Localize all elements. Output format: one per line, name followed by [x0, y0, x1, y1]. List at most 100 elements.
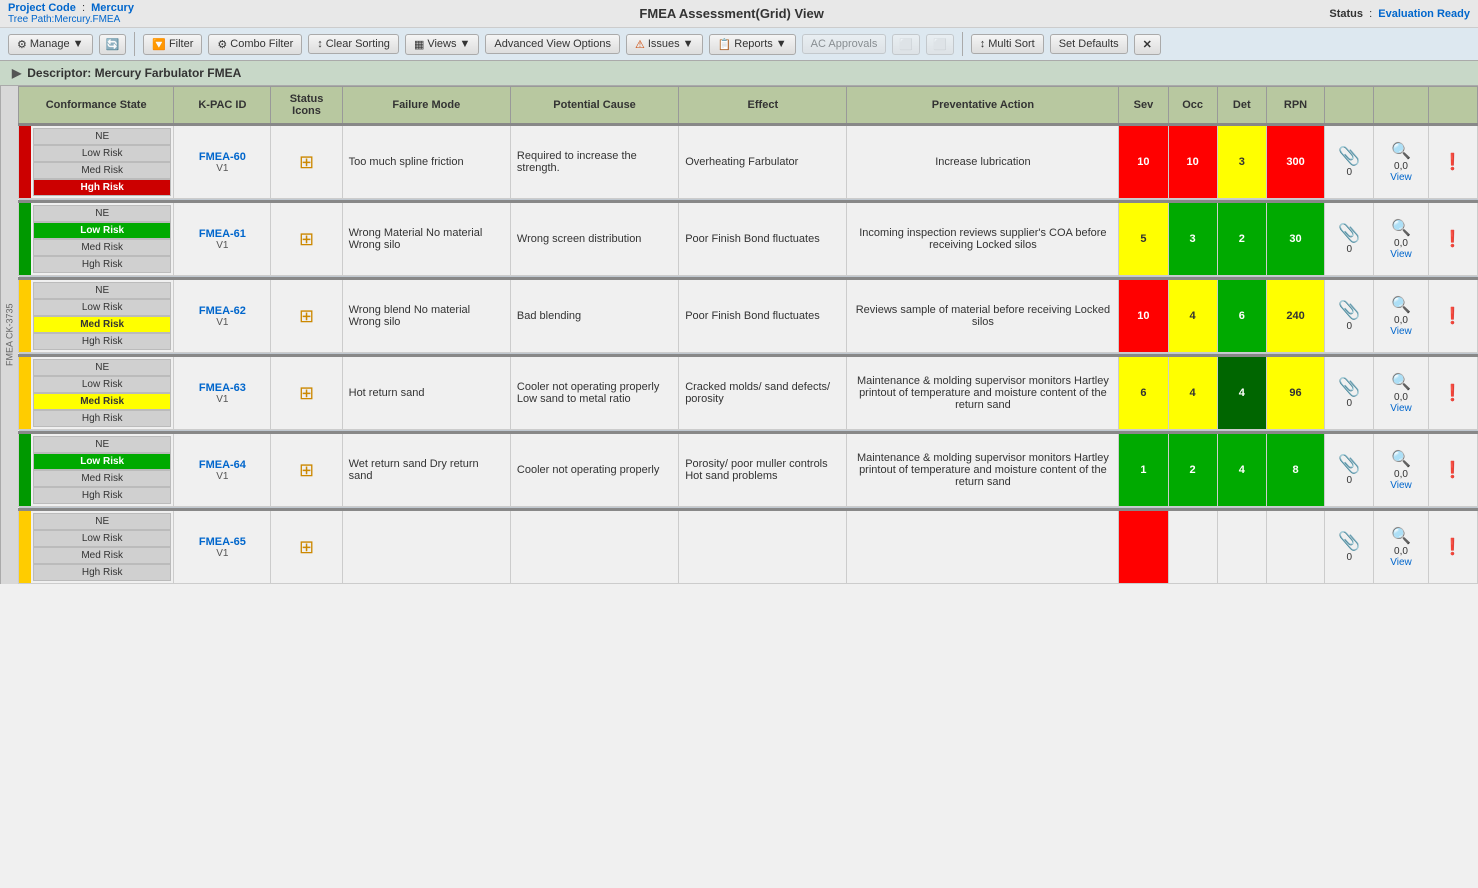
filter-button[interactable]: 🔽 Filter [143, 34, 202, 55]
risk-state-2[interactable]: Med Risk [33, 547, 171, 564]
clear-sorting-button[interactable]: ↕ Clear Sorting [308, 34, 399, 54]
manage-button[interactable]: ⚙ Manage ▼ [8, 34, 93, 55]
set-defaults-button[interactable]: Set Defaults [1050, 34, 1128, 54]
paperclip-icon-FMEA-62[interactable]: 📎 [1331, 300, 1367, 321]
action-icon-FMEA-64[interactable]: ❗ [1435, 460, 1471, 480]
risk-state-0[interactable]: NE [33, 128, 171, 145]
toolbar-btn-square1[interactable]: ⬜ [892, 34, 920, 55]
cell-occ-FMEA-60: 10 [1168, 125, 1217, 199]
fmea-id-link-FMEA-61[interactable]: FMEA-61 [180, 228, 264, 240]
close-button[interactable]: ✕ [1134, 34, 1161, 55]
magnify-icon-FMEA-61[interactable]: 🔍 [1380, 218, 1421, 238]
paperclip-icon-FMEA-65[interactable]: 📎 [1331, 531, 1367, 552]
fmea-id-link-FMEA-60[interactable]: FMEA-60 [180, 151, 264, 163]
cell-kpac-FMEA-64: FMEA-64 V1 [174, 433, 271, 507]
view-link-FMEA-62[interactable]: View [1380, 326, 1421, 337]
views-button[interactable]: ▦ Views ▼ [405, 34, 479, 55]
magnify-icon-FMEA-60[interactable]: 🔍 [1380, 141, 1421, 161]
tree-path[interactable]: Tree Path:Mercury.FMEA [8, 14, 134, 25]
separator-1 [134, 32, 135, 56]
paperclip-icon-FMEA-63[interactable]: 📎 [1331, 377, 1367, 398]
risk-state-0[interactable]: NE [33, 205, 171, 222]
paperclip-icon-FMEA-60[interactable]: 📎 [1331, 146, 1367, 167]
ac-approvals-button[interactable]: AC Approvals [802, 34, 887, 54]
version-label-FMEA-60: V1 [180, 163, 264, 174]
cell-rpn-FMEA-60: 300 [1266, 125, 1324, 199]
action-icon-FMEA-65[interactable]: ❗ [1435, 537, 1471, 557]
risk-state-1[interactable]: Low Risk [33, 530, 171, 547]
risk-state-1[interactable]: Low Risk [33, 299, 171, 316]
view-link-FMEA-60[interactable]: View [1380, 172, 1421, 183]
risk-state-2[interactable]: Med Risk [33, 239, 171, 256]
cell-view-FMEA-62: 🔍 0,0 View [1374, 279, 1428, 353]
cell-occ-FMEA-61: 3 [1168, 202, 1217, 276]
separator-2 [962, 32, 963, 56]
risk-state-3[interactable]: Hgh Risk [33, 487, 171, 504]
fmea-id-link-FMEA-63[interactable]: FMEA-63 [180, 382, 264, 394]
attach-count-FMEA-65: 0 [1331, 552, 1367, 563]
action-icon-FMEA-62[interactable]: ❗ [1435, 306, 1471, 326]
fmea-id-link-FMEA-62[interactable]: FMEA-62 [180, 305, 264, 317]
cell-status-FMEA-61: ⊞ [271, 202, 342, 276]
magnify-icon-FMEA-65[interactable]: 🔍 [1380, 526, 1421, 546]
magnify-icon-FMEA-63[interactable]: 🔍 [1380, 372, 1421, 392]
header-det: Det [1217, 87, 1266, 125]
risk-state-3[interactable]: Hgh Risk [33, 564, 171, 581]
fmea-id-link-FMEA-64[interactable]: FMEA-64 [180, 459, 264, 471]
view-link-FMEA-64[interactable]: View [1380, 480, 1421, 491]
cell-attach-FMEA-60: 📎 0 [1325, 125, 1374, 199]
advanced-view-button[interactable]: Advanced View Options [485, 34, 620, 54]
project-code-value[interactable]: Mercury [91, 2, 134, 14]
combo-filter-button[interactable]: ⚙ Combo Filter [208, 34, 302, 55]
refresh-button[interactable]: 🔄 [99, 34, 127, 55]
cell-attach-FMEA-63: 📎 0 [1325, 356, 1374, 430]
expand-icon[interactable]: ▶ [12, 66, 21, 80]
cell-rpn-FMEA-64: 8 [1266, 433, 1324, 507]
risk-state-1[interactable]: Low Risk [33, 222, 171, 239]
refresh-icon: 🔄 [106, 38, 120, 51]
risk-state-3[interactable]: Hgh Risk [33, 333, 171, 350]
multi-sort-button[interactable]: ↕ Multi Sort [971, 34, 1044, 54]
cell-sev-FMEA-61: 5 [1119, 202, 1168, 276]
reports-button[interactable]: 📋 Reports ▼ [709, 34, 796, 55]
risk-state-2[interactable]: Med Risk [33, 470, 171, 487]
cell-preventive-FMEA-63: Maintenance & molding supervisor monitor… [847, 356, 1119, 430]
risk-state-0[interactable]: NE [33, 513, 171, 530]
header-cause: Potential Cause [510, 87, 678, 125]
issues-button[interactable]: ⚠ Issues ▼ [626, 34, 703, 55]
view-link-FMEA-61[interactable]: View [1380, 249, 1421, 260]
cell-cause-FMEA-62: Bad blending [510, 279, 678, 353]
attach-count-FMEA-60: 0 [1331, 167, 1367, 178]
cell-sev-FMEA-63: 6 [1119, 356, 1168, 430]
risk-state-0[interactable]: NE [33, 436, 171, 453]
cell-sev-FMEA-64: 1 [1119, 433, 1168, 507]
risk-state-1[interactable]: Low Risk [33, 453, 171, 470]
action-icon-FMEA-60[interactable]: ❗ [1435, 152, 1471, 172]
paperclip-icon-FMEA-64[interactable]: 📎 [1331, 454, 1367, 475]
magnify-icon-FMEA-62[interactable]: 🔍 [1380, 295, 1421, 315]
main-content: Conformance State K-PAC ID Status Icons … [18, 86, 1478, 584]
risk-state-0[interactable]: NE [33, 359, 171, 376]
risk-state-1[interactable]: Low Risk [33, 376, 171, 393]
action-icon-FMEA-63[interactable]: ❗ [1435, 383, 1471, 403]
risk-state-2[interactable]: Med Risk [33, 316, 171, 333]
action-icon-FMEA-61[interactable]: ❗ [1435, 229, 1471, 249]
cell-det-FMEA-60: 3 [1217, 125, 1266, 199]
toolbar-btn-square2[interactable]: ⬜ [926, 34, 954, 55]
view-link-FMEA-65[interactable]: View [1380, 557, 1421, 568]
version-label-FMEA-61: V1 [180, 240, 264, 251]
cell-occ-FMEA-62: 4 [1168, 279, 1217, 353]
risk-state-0[interactable]: NE [33, 282, 171, 299]
risk-state-2[interactable]: Med Risk [33, 393, 171, 410]
view-link-FMEA-63[interactable]: View [1380, 403, 1421, 414]
paperclip-icon-FMEA-61[interactable]: 📎 [1331, 223, 1367, 244]
cell-effect-FMEA-63: Cracked molds/ sand defects/ porosity [679, 356, 847, 430]
table-header-row: Conformance State K-PAC ID Status Icons … [19, 87, 1478, 125]
magnify-icon-FMEA-64[interactable]: 🔍 [1380, 449, 1421, 469]
risk-state-1[interactable]: Low Risk [33, 145, 171, 162]
risk-state-2[interactable]: Med Risk [33, 162, 171, 179]
risk-state-3[interactable]: Hgh Risk [33, 410, 171, 427]
fmea-id-link-FMEA-65[interactable]: FMEA-65 [180, 536, 264, 548]
risk-state-3[interactable]: Hgh Risk [33, 256, 171, 273]
risk-state-3[interactable]: Hgh Risk [33, 179, 171, 196]
